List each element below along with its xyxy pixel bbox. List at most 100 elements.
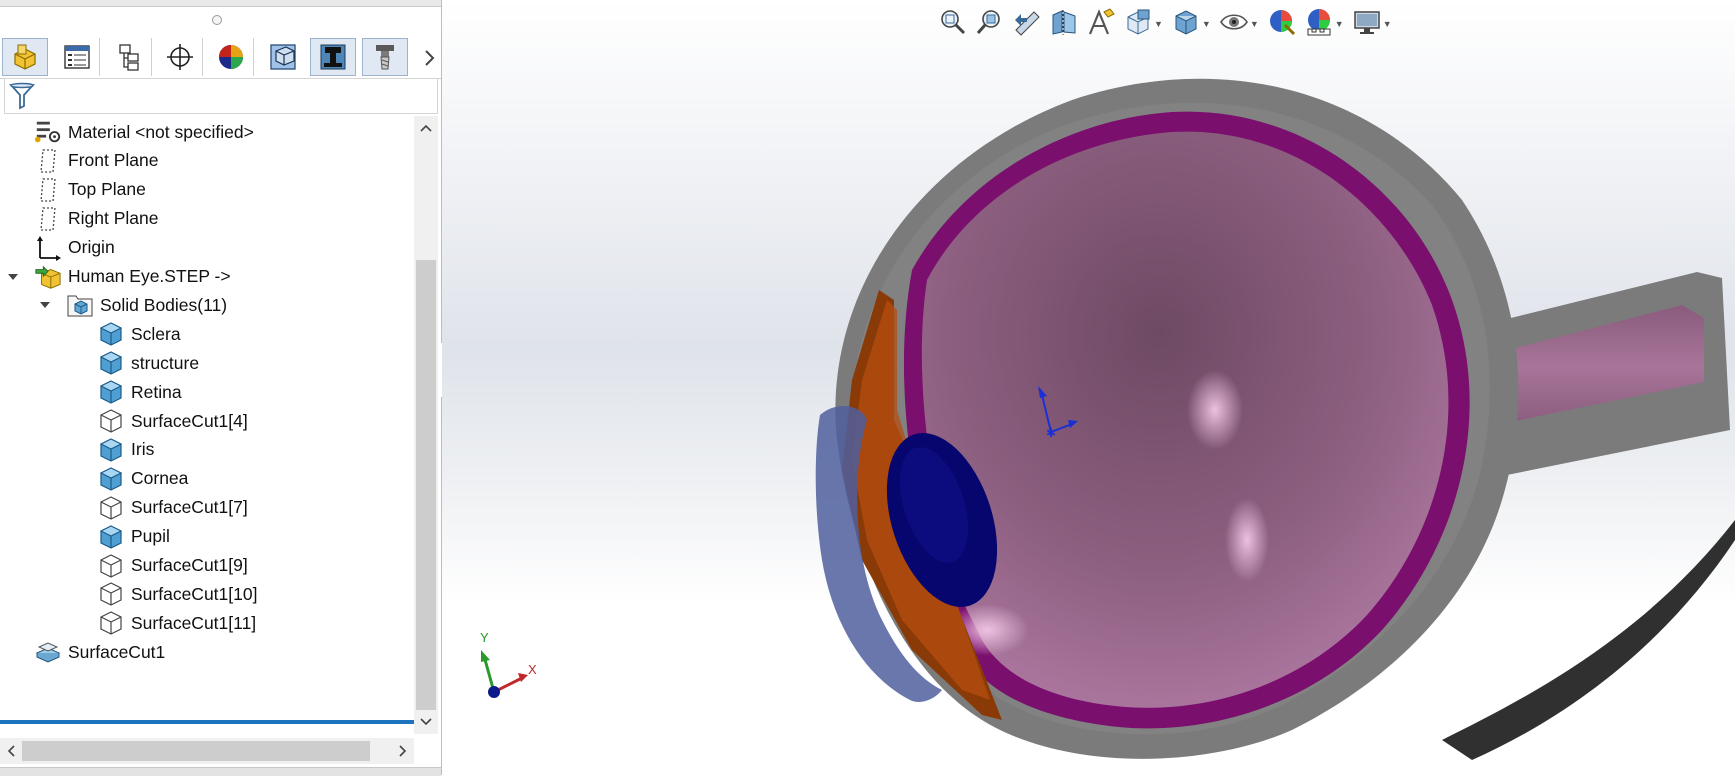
cam-feature-icon bbox=[270, 44, 296, 70]
zoom-to-area-icon bbox=[976, 8, 1004, 41]
configurationmanager-icon bbox=[118, 44, 139, 71]
tree-item-label: Sclera bbox=[131, 323, 181, 344]
hidden-body-icon bbox=[97, 609, 125, 637]
tree-item-label: Material <not specified> bbox=[68, 121, 254, 142]
tree-item[interactable]: Cornea bbox=[0, 463, 414, 495]
hidden-body-icon bbox=[97, 552, 125, 580]
filter-icon bbox=[9, 82, 35, 110]
collapse-caret-icon[interactable] bbox=[38, 298, 52, 312]
view-settings-button[interactable] bbox=[1350, 7, 1384, 41]
zoom-to-fit-button[interactable] bbox=[936, 7, 970, 41]
configurationmanager-tab[interactable] bbox=[106, 38, 152, 76]
propertymanager-tab[interactable] bbox=[54, 38, 100, 76]
tree-item[interactable]: Sclera bbox=[0, 318, 414, 350]
solid-body-icon bbox=[97, 436, 125, 464]
scroll-right-button[interactable] bbox=[392, 738, 414, 764]
tree-item[interactable]: SurfaceCut1[7] bbox=[0, 492, 414, 524]
tree-item-label: SurfaceCut1[11] bbox=[131, 612, 257, 633]
triad-x-label: X bbox=[528, 662, 537, 677]
tree-item[interactable]: Retina bbox=[0, 376, 414, 408]
displaymanager-tab[interactable] bbox=[208, 38, 254, 76]
section-view-icon bbox=[1050, 8, 1078, 41]
view-orientation-button[interactable] bbox=[1121, 7, 1155, 41]
tree-item-label: Cornea bbox=[131, 468, 189, 489]
tree-item[interactable]: Origin bbox=[0, 232, 414, 264]
eye-model-render[interactable]: ✱ bbox=[442, 0, 1735, 775]
tree-item[interactable]: Solid Bodies(11) bbox=[0, 289, 414, 321]
dimxpert-icon bbox=[166, 44, 193, 70]
tabs-scroll-right-button[interactable] bbox=[420, 40, 440, 76]
h-scroll-thumb[interactable] bbox=[22, 741, 370, 761]
cam-operation-icon bbox=[320, 44, 346, 70]
tree-item-label: Solid Bodies(11) bbox=[100, 294, 228, 315]
tree-item[interactable]: SurfaceCut1[4] bbox=[0, 405, 414, 437]
tree-item[interactable]: Human Eye.STEP -> bbox=[0, 261, 414, 293]
chevron-right-icon bbox=[425, 50, 435, 66]
dimxpertmanager-tab[interactable] bbox=[157, 38, 203, 76]
scroll-thumb[interactable] bbox=[416, 260, 436, 710]
chevron-up-icon bbox=[420, 124, 432, 132]
chevron-right-icon bbox=[399, 745, 407, 757]
dropdown-arrow-icon[interactable]: ▼ bbox=[1202, 19, 1211, 29]
previous-view-button[interactable] bbox=[1010, 7, 1044, 41]
display-style-button[interactable] bbox=[1169, 7, 1203, 41]
chevron-down-icon bbox=[420, 718, 432, 726]
triad-y-label: Y bbox=[480, 630, 489, 645]
tree-item[interactable]: Pupil bbox=[0, 521, 414, 553]
dynamic-annotation-icon bbox=[1086, 7, 1116, 41]
scroll-left-button[interactable] bbox=[0, 738, 22, 764]
tree-item-label: SurfaceCut1[4] bbox=[131, 410, 248, 431]
chevron-left-icon bbox=[7, 745, 15, 757]
edit-appearance-button[interactable] bbox=[1265, 7, 1299, 41]
manager-tab-bar bbox=[0, 36, 441, 79]
display-style-icon bbox=[1173, 8, 1199, 41]
section-view-button[interactable] bbox=[1047, 7, 1081, 41]
tree-item[interactable]: Right Plane bbox=[0, 203, 414, 235]
feature-tree: Material <not specified> Front Plane Top P… bbox=[0, 116, 414, 722]
solid-bodies-folder-icon bbox=[66, 291, 94, 319]
svg-text:✱: ✱ bbox=[1046, 426, 1056, 440]
tree-horizontal-scrollbar[interactable] bbox=[0, 738, 414, 764]
dropdown-arrow-icon[interactable]: ▼ bbox=[1335, 19, 1344, 29]
dynamic-annotation-views-button[interactable] bbox=[1084, 7, 1118, 41]
cam-tool-tab[interactable] bbox=[362, 38, 408, 76]
tree-item[interactable]: SurfaceCut1[10] bbox=[0, 578, 414, 610]
solid-body-icon bbox=[97, 378, 125, 406]
tree-item[interactable]: Iris bbox=[0, 434, 414, 466]
apply-scene-button[interactable] bbox=[1302, 7, 1336, 41]
cam-feature-tab[interactable] bbox=[260, 38, 306, 76]
dropdown-arrow-icon[interactable]: ▼ bbox=[1154, 19, 1163, 29]
scroll-up-button[interactable] bbox=[414, 116, 438, 140]
tree-item-label: structure bbox=[131, 352, 200, 373]
tree-item[interactable]: structure bbox=[0, 347, 414, 379]
zoom-to-area-button[interactable] bbox=[973, 7, 1007, 41]
featuremanager-filter-bar[interactable] bbox=[4, 78, 438, 114]
featuremanager-tab[interactable] bbox=[2, 38, 48, 76]
dropdown-arrow-icon[interactable]: ▼ bbox=[1250, 19, 1259, 29]
cam-operation-tab[interactable] bbox=[310, 38, 356, 76]
tree-item-label: Retina bbox=[131, 381, 182, 402]
hide-show-items-button[interactable] bbox=[1217, 7, 1251, 41]
solid-body-icon bbox=[97, 320, 125, 348]
tree-item[interactable]: SurfaceCut1[9] bbox=[0, 550, 414, 582]
tree-item-label: SurfaceCut1[9] bbox=[131, 555, 248, 575]
tree-item-label: Front Plane bbox=[68, 150, 159, 171]
heads-up-view-toolbar: ▼ ▼ ▼ ▼ ▼ bbox=[936, 6, 1398, 42]
tree-item[interactable]: Material <not specified> bbox=[0, 116, 414, 148]
tree-item[interactable]: Front Plane bbox=[0, 145, 414, 177]
reference-triad: Y X bbox=[480, 630, 537, 698]
collapse-caret-icon[interactable] bbox=[6, 270, 20, 284]
tree-item[interactable]: SurfaceCut1 bbox=[0, 636, 414, 668]
tree-item[interactable]: SurfaceCut1[11] bbox=[0, 607, 414, 639]
rollback-bar[interactable] bbox=[0, 720, 414, 724]
graphics-area[interactable]: ✱ Y X ▼ ▼ ▼ ▼ ▼ bbox=[442, 0, 1735, 775]
panel-grip-handle[interactable] bbox=[212, 15, 222, 25]
tree-item-label: SurfaceCut1 bbox=[68, 641, 166, 662]
scroll-down-button[interactable] bbox=[414, 710, 438, 734]
tree-item-label: SurfaceCut1[7] bbox=[131, 497, 248, 518]
tree-vertical-scrollbar[interactable] bbox=[414, 116, 438, 734]
tree-item-label: Iris bbox=[131, 439, 155, 460]
tree-item[interactable]: Top Plane bbox=[0, 174, 414, 206]
tree-item-label: SurfaceCut1[10] bbox=[131, 583, 258, 604]
dropdown-arrow-icon[interactable]: ▼ bbox=[1383, 19, 1392, 29]
